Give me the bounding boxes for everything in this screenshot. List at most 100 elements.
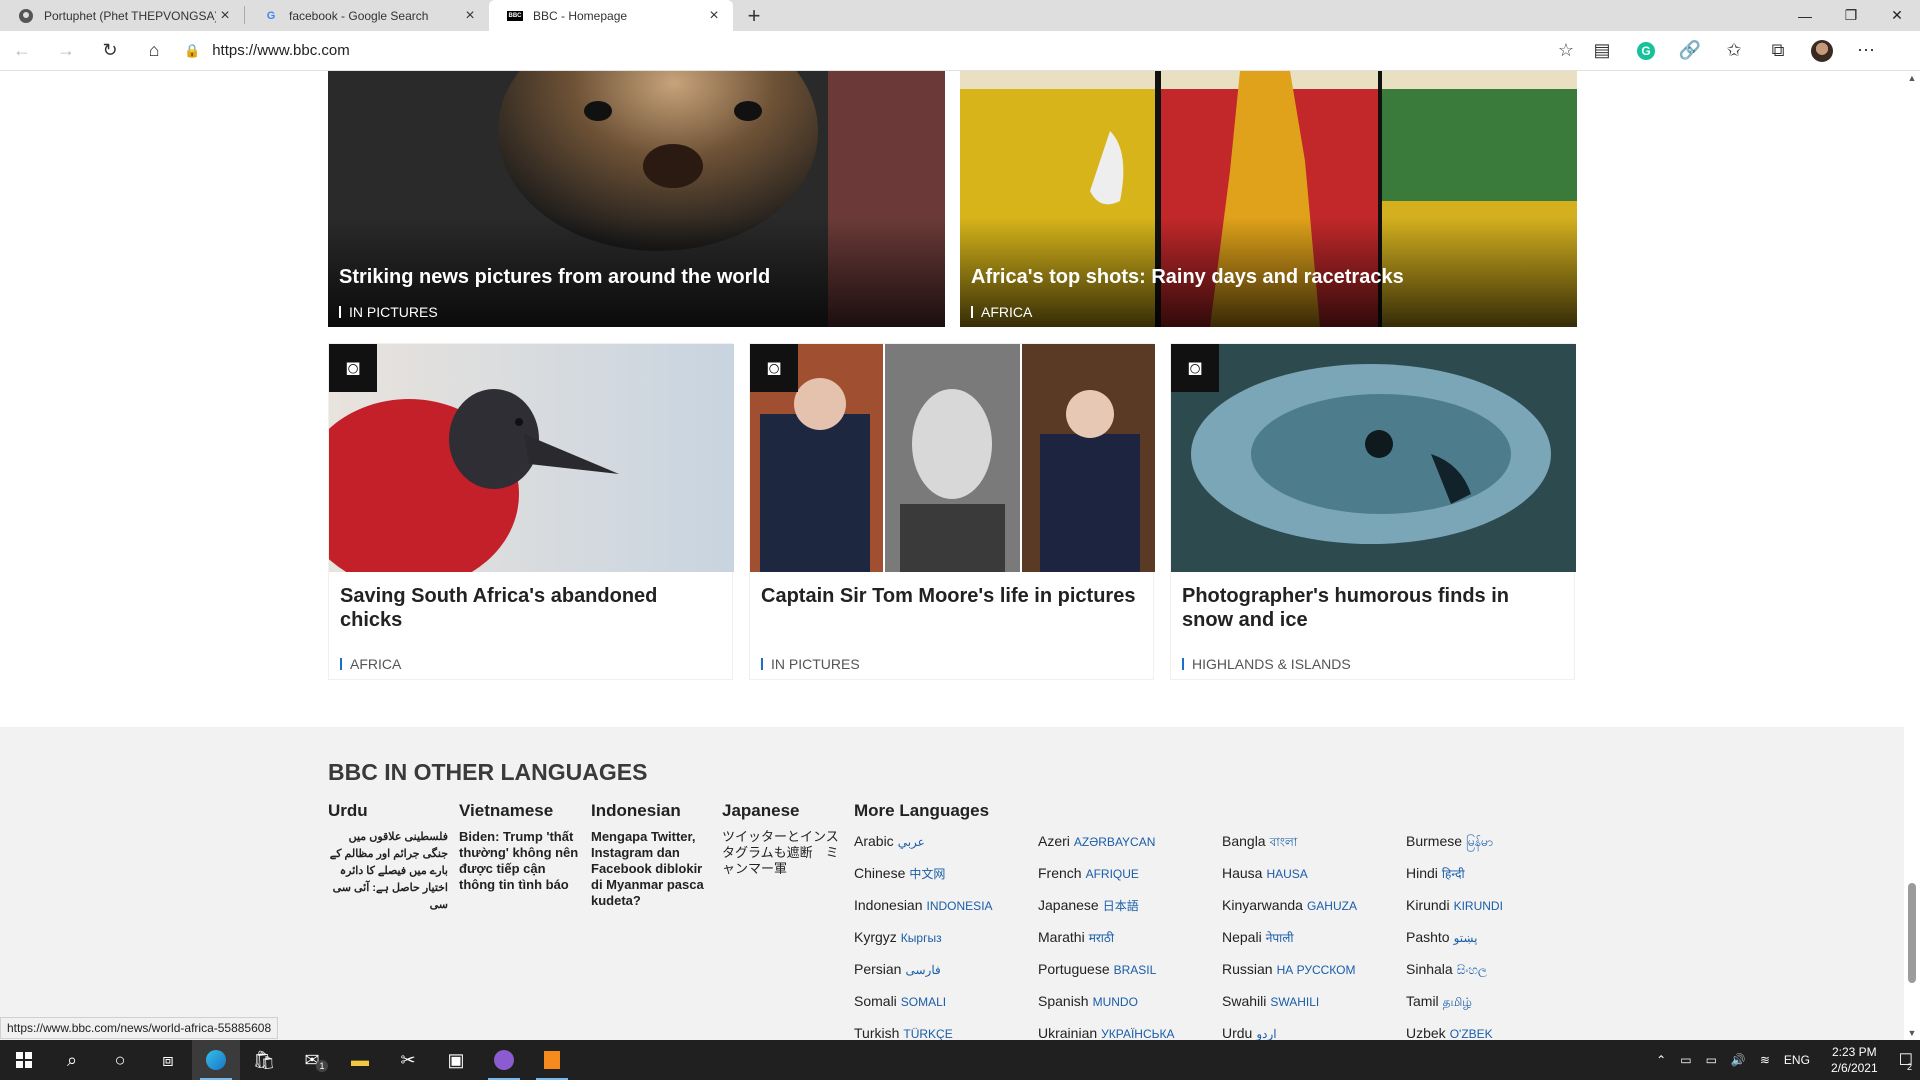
language-link-name[interactable]: Kyrgyz (854, 929, 897, 945)
language-link-native[interactable]: नेपाली (1266, 931, 1294, 945)
language-link-name[interactable]: Spanish (1038, 993, 1089, 1009)
hero-tag[interactable]: AFRICA (971, 305, 1032, 319)
language-link-name[interactable]: Sinhala (1406, 961, 1453, 977)
language-link[interactable]: Hindi हिन्दी (1406, 865, 1590, 881)
language-link-native[interactable]: 日本語 (1103, 899, 1139, 913)
language-link-native[interactable]: 中文网 (909, 867, 945, 881)
language-link[interactable]: Pashto پښتو (1406, 929, 1590, 945)
language-link-native[interactable]: AZƏRBAYCAN (1074, 835, 1156, 849)
close-icon[interactable]: × (216, 7, 234, 25)
maximize-icon[interactable]: ❐ (1828, 0, 1874, 31)
language-link-name[interactable]: Persian (854, 961, 901, 977)
windows-start-icon[interactable] (0, 1040, 48, 1080)
cortana-icon[interactable]: ○ (96, 1040, 144, 1080)
language-link[interactable]: Somali SOMALI (854, 993, 1038, 1009)
language-japanese[interactable]: Japanese ツイッターとインスタグラムも遮断 ミャンマー軍 (722, 801, 842, 877)
hero-card-africa[interactable]: Africa's top shots: Rainy days and racet… (960, 71, 1577, 327)
media-app-icon[interactable] (480, 1040, 528, 1080)
scroll-thumb[interactable] (1908, 883, 1916, 983)
scroll-down-icon[interactable]: ▼ (1904, 1028, 1920, 1038)
language-link[interactable]: Indonesian INDONESIA (854, 897, 1038, 913)
story-card-chicks[interactable]: ◙ Saving South Africa's abandoned chicks… (328, 343, 734, 680)
tab-bbc[interactable]: BBC BBC - Homepage × (489, 0, 733, 31)
card-title[interactable]: Captain Sir Tom Moore's life in pictures (761, 584, 1141, 608)
tab-google[interactable]: G facebook - Google Search × (245, 0, 489, 31)
close-window-icon[interactable]: ✕ (1874, 0, 1920, 31)
language-link[interactable]: Russian НА РУССКОМ (1222, 961, 1406, 977)
forward-icon[interactable]: → (44, 31, 88, 71)
language-link-native[interactable]: Кыргыз (901, 931, 942, 945)
language-link-native[interactable]: INDONESIA (927, 899, 993, 913)
grammarly-icon[interactable]: G (1624, 31, 1668, 71)
card-tag[interactable]: AFRICA (340, 657, 401, 671)
language-link[interactable]: Spanish MUNDO (1038, 993, 1222, 1009)
language-link[interactable]: Arabic عربي (854, 833, 1038, 849)
card-tag[interactable]: IN PICTURES (761, 657, 860, 671)
language-link-native[interactable]: मराठी (1089, 931, 1114, 945)
language-link[interactable]: Japanese 日本語 (1038, 897, 1222, 913)
language-link-native[interactable]: اردو (1256, 1027, 1276, 1040)
hero-card-pictures[interactable]: Striking news pictures from around the w… (328, 71, 945, 327)
link-icon[interactable]: 🔗 (1668, 31, 1712, 71)
language-link-native[interactable]: عربي (898, 835, 925, 849)
device-icon[interactable]: ▭ (1680, 1053, 1691, 1067)
language-link-name[interactable]: Swahili (1222, 993, 1266, 1009)
language-link-native[interactable]: KIRUNDI (1454, 899, 1503, 913)
language-link[interactable]: Hausa HAUSA (1222, 865, 1406, 881)
language-link-name[interactable]: Hausa (1222, 865, 1262, 881)
language-link-native[interactable]: မြန်မာ (1466, 835, 1493, 849)
language-headline[interactable]: ツイッターとインスタグラムも遮断 ミャンマー軍 (722, 829, 842, 877)
chevron-up-icon[interactable]: ⌃ (1656, 1053, 1666, 1067)
task-view-icon[interactable]: ⧈ (144, 1040, 192, 1080)
hero-title[interactable]: Africa's top shots: Rainy days and racet… (971, 266, 1404, 289)
language-link[interactable]: Swahili SWAHILI (1222, 993, 1406, 1009)
language-indonesian[interactable]: Indonesian Mengapa Twitter, Instagram da… (591, 801, 711, 909)
lock-icon[interactable]: 🔒 (184, 43, 200, 59)
language-link-name[interactable]: Turkish (854, 1025, 899, 1040)
wifi-icon[interactable]: ≋ (1760, 1053, 1770, 1067)
language-link-native[interactable]: AFRIQUE (1086, 867, 1139, 881)
language-link-name[interactable]: Kinyarwanda (1222, 897, 1303, 913)
language-link-native[interactable]: УКРАЇНСЬКА (1101, 1027, 1174, 1040)
refresh-icon[interactable]: ↻ (88, 31, 132, 71)
volume-icon[interactable]: 🔊 (1731, 1053, 1746, 1067)
language-link-name[interactable]: Japanese (1038, 897, 1099, 913)
sublime-text-icon[interactable] (528, 1040, 576, 1080)
hero-tag[interactable]: IN PICTURES (339, 305, 438, 319)
language-link-native[interactable]: SWAHILI (1270, 995, 1319, 1009)
edge-icon[interactable] (192, 1040, 240, 1080)
snipping-tool-icon[interactable]: ✂ (384, 1040, 432, 1080)
language-link-name[interactable]: Somali (854, 993, 897, 1009)
language-headline[interactable]: Biden: Trump 'thất thường' không nên đượ… (459, 829, 579, 893)
tab-github[interactable]: Portuphet (Phet THEPVONGSA) × (0, 0, 244, 31)
language-link[interactable]: French AFRIQUE (1038, 865, 1222, 881)
language-link[interactable]: Burmese မြန်မာ (1406, 833, 1590, 849)
home-icon[interactable]: ⌂ (132, 31, 176, 71)
language-headline[interactable]: Mengapa Twitter, Instagram dan Facebook … (591, 829, 711, 909)
language-link[interactable]: Sinhala සිංහල (1406, 961, 1590, 977)
language-link-native[interactable]: SOMALI (901, 995, 946, 1009)
favorites-icon[interactable]: ✩ (1712, 31, 1756, 71)
language-link[interactable]: Urdu اردو (1222, 1025, 1406, 1040)
language-link-native[interactable]: TÜRKÇE (903, 1027, 952, 1040)
card-title[interactable]: Saving South Africa's abandoned chicks (340, 584, 720, 632)
scroll-up-icon[interactable]: ▲ (1904, 73, 1920, 83)
input-language[interactable]: ENG (1784, 1053, 1810, 1067)
language-link-name[interactable]: Uzbek (1406, 1025, 1446, 1040)
language-link-name[interactable]: Tamil (1406, 993, 1439, 1009)
language-link-native[interactable]: GAHUZA (1307, 899, 1357, 913)
language-name[interactable]: Japanese (722, 801, 842, 821)
language-link[interactable]: Kyrgyz Кыргыз (854, 929, 1038, 945)
collections-icon[interactable]: ⧉ (1756, 31, 1800, 71)
language-link[interactable]: Kinyarwanda GAHUZA (1222, 897, 1406, 913)
language-link-native[interactable]: O'ZBEK (1450, 1027, 1493, 1040)
language-link-native[interactable]: සිංහල (1457, 963, 1487, 977)
language-link-name[interactable]: Indonesian (854, 897, 923, 913)
language-link-native[interactable]: فارسی (905, 963, 940, 977)
language-link[interactable]: Bangla বাংলা (1222, 833, 1406, 849)
back-icon[interactable]: ← (0, 31, 44, 71)
language-link-name[interactable]: Kirundi (1406, 897, 1450, 913)
notifications-icon[interactable]: ☐ 2 (1899, 1050, 1913, 1072)
language-name[interactable]: Vietnamese (459, 801, 579, 821)
language-link[interactable]: Portuguese BRASIL (1038, 961, 1222, 977)
